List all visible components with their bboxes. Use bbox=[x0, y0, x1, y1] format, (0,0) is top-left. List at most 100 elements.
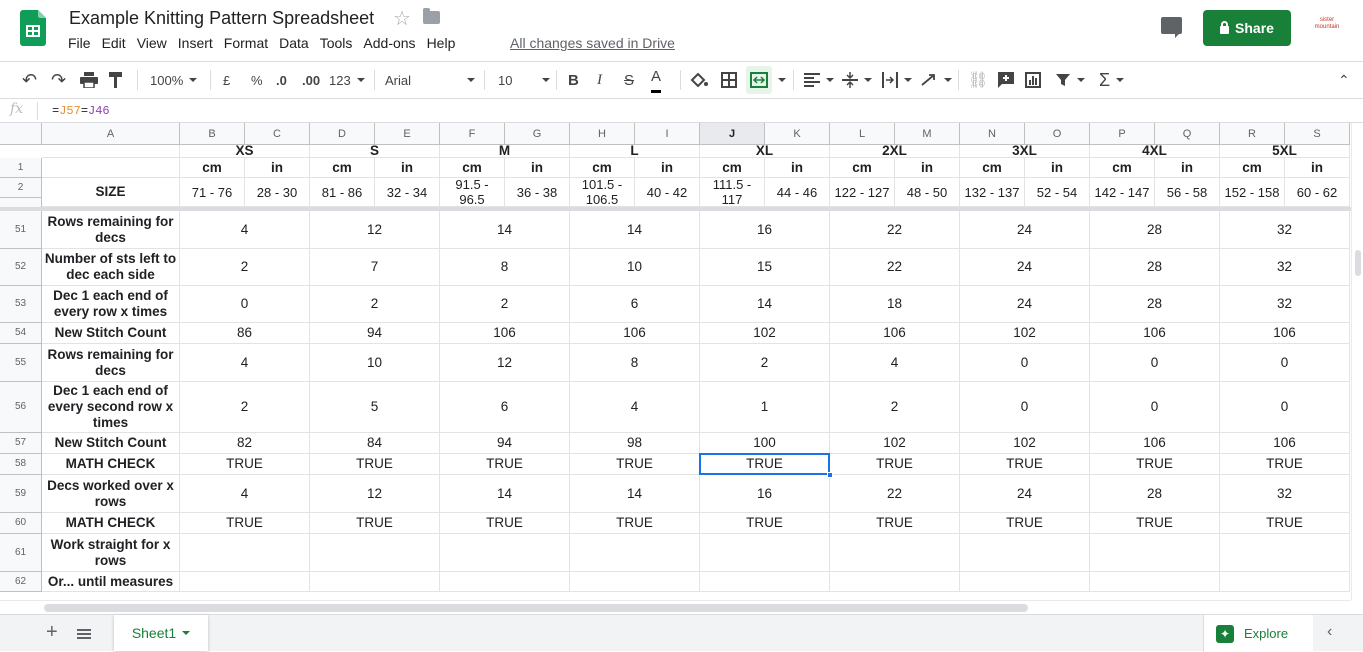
measurement-cell[interactable]: 91.5 - 96.5 bbox=[440, 178, 505, 207]
row-header-2[interactable]: 2 bbox=[0, 178, 42, 198]
value-cell[interactable]: 84 bbox=[310, 433, 440, 454]
filter-icon[interactable] bbox=[1055, 62, 1085, 98]
value-cell[interactable] bbox=[180, 534, 310, 572]
row-header-60[interactable]: 60 bbox=[0, 513, 42, 534]
value-cell[interactable]: 24 bbox=[960, 286, 1090, 323]
row-header-61[interactable]: 61 bbox=[0, 534, 42, 572]
column-header-f[interactable]: F bbox=[440, 123, 505, 145]
column-header-h[interactable]: H bbox=[570, 123, 635, 145]
value-cell[interactable]: TRUE bbox=[570, 454, 700, 475]
undo-icon[interactable]: ↶ bbox=[22, 62, 37, 98]
column-header-b[interactable]: B bbox=[180, 123, 245, 145]
size-group-header[interactable]: L bbox=[570, 145, 700, 158]
unit-header[interactable]: in bbox=[375, 158, 440, 178]
bold-button[interactable]: B bbox=[568, 62, 579, 98]
measurement-cell[interactable]: 28 - 30 bbox=[245, 178, 310, 207]
value-cell[interactable]: 12 bbox=[440, 344, 570, 382]
decrease-decimal-button[interactable]: .0 bbox=[276, 62, 287, 98]
unit-header[interactable]: cm bbox=[440, 158, 505, 178]
size-group-header[interactable]: M bbox=[440, 145, 570, 158]
size-group-header[interactable]: 4XL bbox=[1090, 145, 1220, 158]
row-label-cell[interactable]: Rows remaining for decs bbox=[42, 344, 180, 382]
row-label-cell[interactable]: New Stitch Count bbox=[42, 433, 180, 454]
row-label-cell[interactable]: Dec 1 each end of every row x times bbox=[42, 286, 180, 323]
value-cell[interactable] bbox=[310, 534, 440, 572]
cell-a2[interactable] bbox=[42, 158, 180, 178]
value-cell[interactable]: 0 bbox=[1090, 344, 1220, 382]
value-cell[interactable]: 2 bbox=[180, 249, 310, 286]
value-cell[interactable] bbox=[700, 572, 830, 592]
value-cell[interactable]: 6 bbox=[570, 286, 700, 323]
borders-icon[interactable] bbox=[721, 62, 737, 98]
vertical-scrollbar-thumb[interactable] bbox=[1355, 250, 1361, 276]
value-cell[interactable]: TRUE bbox=[570, 513, 700, 534]
value-cell[interactable]: 22 bbox=[830, 211, 960, 249]
value-cell[interactable]: 4 bbox=[180, 344, 310, 382]
value-cell[interactable]: 102 bbox=[830, 433, 960, 454]
spreadsheet-grid[interactable]: ABCDEFGHIJKLMNOPQRS123XSSMLXL2XL3XL4XL5X… bbox=[0, 123, 1351, 600]
row-label-cell[interactable]: New Stitch Count bbox=[42, 323, 180, 344]
insert-comment-icon[interactable] bbox=[997, 62, 1015, 98]
measurement-cell[interactable]: 56 - 58 bbox=[1155, 178, 1220, 207]
value-cell[interactable]: TRUE bbox=[700, 454, 830, 475]
menu-view[interactable]: View bbox=[137, 35, 167, 51]
horizontal-scrollbar[interactable] bbox=[0, 600, 1351, 614]
value-cell[interactable] bbox=[700, 534, 830, 572]
measurement-cell[interactable]: 152 - 158 bbox=[1220, 178, 1285, 207]
value-cell[interactable]: 5 bbox=[310, 382, 440, 433]
column-header-m[interactable]: M bbox=[895, 123, 960, 145]
unit-header[interactable]: in bbox=[245, 158, 310, 178]
currency-format-button[interactable]: £ bbox=[223, 62, 230, 98]
column-header-o[interactable]: O bbox=[1025, 123, 1090, 145]
value-cell[interactable] bbox=[1090, 534, 1220, 572]
unit-header[interactable]: cm bbox=[180, 158, 245, 178]
value-cell[interactable]: 2 bbox=[830, 382, 960, 433]
value-cell[interactable]: TRUE bbox=[1220, 454, 1350, 475]
value-cell[interactable]: 28 bbox=[1090, 211, 1220, 249]
value-cell[interactable]: 4 bbox=[180, 211, 310, 249]
sheets-logo-icon[interactable] bbox=[20, 10, 46, 46]
value-cell[interactable]: 94 bbox=[310, 323, 440, 344]
value-cell[interactable] bbox=[440, 572, 570, 592]
menu-file[interactable]: File bbox=[68, 35, 91, 51]
value-cell[interactable]: TRUE bbox=[310, 454, 440, 475]
menu-format[interactable]: Format bbox=[224, 35, 268, 51]
fill-color-icon[interactable] bbox=[690, 62, 708, 98]
measurement-cell[interactable]: 48 - 50 bbox=[895, 178, 960, 207]
sheet-tab[interactable]: Sheet1 bbox=[114, 615, 208, 651]
row-header-53[interactable]: 53 bbox=[0, 286, 42, 323]
value-cell[interactable]: TRUE bbox=[830, 454, 960, 475]
select-all-corner[interactable] bbox=[0, 123, 42, 145]
menu-edit[interactable]: Edit bbox=[102, 35, 126, 51]
merge-type-dropdown[interactable] bbox=[772, 62, 786, 98]
value-cell[interactable]: 24 bbox=[960, 475, 1090, 513]
value-cell[interactable]: 32 bbox=[1220, 211, 1350, 249]
size-group-header[interactable]: S bbox=[310, 145, 440, 158]
value-cell[interactable]: 0 bbox=[180, 286, 310, 323]
value-cell[interactable]: 12 bbox=[310, 211, 440, 249]
column-header-n[interactable]: N bbox=[960, 123, 1025, 145]
value-cell[interactable]: 18 bbox=[830, 286, 960, 323]
value-cell[interactable]: 0 bbox=[960, 382, 1090, 433]
cell-a1[interactable] bbox=[42, 145, 180, 158]
value-cell[interactable] bbox=[570, 534, 700, 572]
unit-header[interactable]: in bbox=[765, 158, 830, 178]
value-cell[interactable]: TRUE bbox=[440, 454, 570, 475]
value-cell[interactable]: 106 bbox=[1220, 323, 1350, 344]
menu-tools[interactable]: Tools bbox=[320, 35, 353, 51]
value-cell[interactable]: 94 bbox=[440, 433, 570, 454]
column-header-q[interactable]: Q bbox=[1155, 123, 1220, 145]
horizontal-scrollbar-thumb[interactable] bbox=[44, 604, 1028, 612]
size-label-cell[interactable]: SIZE bbox=[42, 178, 180, 207]
column-header-g[interactable]: G bbox=[505, 123, 570, 145]
row-header-51[interactable]: 51 bbox=[0, 211, 42, 249]
value-cell[interactable]: 14 bbox=[440, 211, 570, 249]
row-header-57[interactable]: 57 bbox=[0, 433, 42, 454]
row-label-cell[interactable]: Decs worked over x rows bbox=[42, 475, 180, 513]
value-cell[interactable]: 0 bbox=[1090, 382, 1220, 433]
value-cell[interactable]: 7 bbox=[310, 249, 440, 286]
measurement-cell[interactable]: 40 - 42 bbox=[635, 178, 700, 207]
collapse-toolbar-icon[interactable]: ⌃ bbox=[1338, 62, 1350, 98]
column-header-p[interactable]: P bbox=[1090, 123, 1155, 145]
value-cell[interactable]: 10 bbox=[310, 344, 440, 382]
